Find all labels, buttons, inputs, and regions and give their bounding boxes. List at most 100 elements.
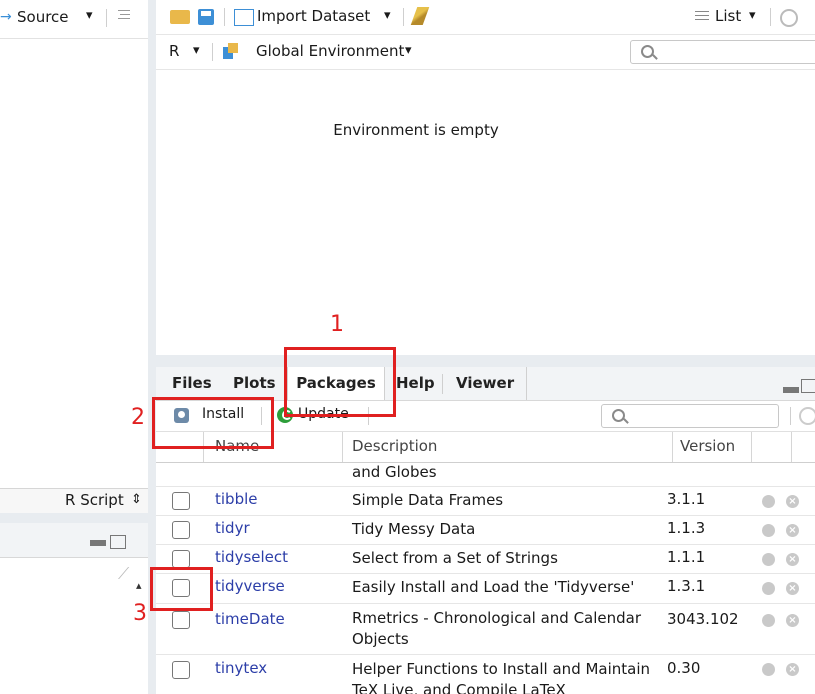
annotation-box-packages-tab xyxy=(284,347,396,417)
globe-icon[interactable] xyxy=(762,524,775,537)
packages-search-input[interactable] xyxy=(601,404,779,428)
import-dataset-dropdown[interactable]: ▾ xyxy=(384,8,391,23)
delete-icon[interactable]: × xyxy=(786,495,799,508)
globe-icon[interactable] xyxy=(762,663,775,676)
environment-icon xyxy=(223,43,239,59)
environment-select[interactable]: Global Environment xyxy=(256,42,404,60)
align-icon[interactable] xyxy=(118,8,130,22)
annotation-box-checkbox xyxy=(150,567,213,611)
table-row: tidyr Tidy Messy Data 1.1.3 × xyxy=(156,516,815,545)
minimize-icon[interactable] xyxy=(90,540,106,546)
table-row: and Globes xyxy=(156,462,815,487)
column-divider xyxy=(672,432,673,462)
package-version: 0.30 xyxy=(667,659,701,677)
source-dropdown[interactable]: ▾ xyxy=(86,8,93,23)
source-toolbar: → Source ▾ xyxy=(0,0,148,39)
package-description: Select from a Set of Strings xyxy=(352,549,558,567)
delete-icon[interactable]: × xyxy=(786,524,799,537)
import-icon[interactable] xyxy=(234,9,254,26)
package-description: and Globes xyxy=(352,463,437,481)
globe-icon[interactable] xyxy=(762,614,775,627)
tab-files[interactable]: Files xyxy=(172,367,212,400)
column-header-version[interactable]: Version xyxy=(680,437,735,455)
environment-toolbar: Import Dataset ▾ List ▾ xyxy=(156,0,815,35)
annotation-number-1: 1 xyxy=(330,312,344,337)
globe-icon[interactable] xyxy=(762,495,775,508)
environment-search-input[interactable] xyxy=(630,40,815,64)
globe-icon[interactable] xyxy=(762,582,775,595)
package-version: 1.3.1 xyxy=(667,577,706,595)
language-select[interactable]: R xyxy=(169,42,179,60)
package-description: Tidy Messy Data xyxy=(352,520,476,538)
package-description: Helper Functions to Install and Maintain… xyxy=(352,660,651,694)
toolbar-divider xyxy=(212,43,213,61)
source-button[interactable]: Source xyxy=(17,8,69,26)
delete-icon[interactable]: × xyxy=(786,663,799,676)
toolbar-divider xyxy=(224,8,225,26)
package-name-link[interactable]: tinytex xyxy=(215,659,267,677)
package-description: Easily Install and Load the 'Tidyverse' xyxy=(352,578,635,596)
annotation-number-3: 3 xyxy=(133,601,147,626)
source-pane xyxy=(0,0,148,488)
refresh-icon[interactable] xyxy=(799,407,815,425)
package-name-link[interactable]: tidyverse xyxy=(215,577,285,595)
language-dropdown[interactable]: ▾ xyxy=(193,43,200,58)
environment-subbar: R ▾ Global Environment ▾ xyxy=(156,35,815,70)
delete-icon[interactable]: × xyxy=(786,614,799,627)
script-type-select[interactable]: R Script xyxy=(65,491,124,509)
package-description: Rmetrics - Chronological and Calendar Ob… xyxy=(352,609,642,648)
horizontal-splitter[interactable] xyxy=(156,355,815,367)
scroll-up-arrow[interactable]: ▴ xyxy=(136,579,142,592)
arrow-right-icon: → xyxy=(0,9,12,25)
delete-icon[interactable]: × xyxy=(786,553,799,566)
package-checkbox[interactable] xyxy=(172,521,190,539)
open-folder-icon[interactable] xyxy=(170,10,190,24)
package-checkbox[interactable] xyxy=(172,661,190,679)
list-view-button[interactable]: List xyxy=(715,7,741,25)
table-row: tibble Simple Data Frames 3.1.1 × xyxy=(156,487,815,516)
annotation-number-2: 2 xyxy=(131,405,145,430)
package-name-link[interactable]: tidyr xyxy=(215,519,250,537)
minimize-icon[interactable] xyxy=(783,387,799,393)
column-header-description[interactable]: Description xyxy=(352,437,437,455)
list-icon xyxy=(695,9,709,22)
toolbar-divider xyxy=(106,9,107,27)
globe-icon[interactable] xyxy=(762,553,775,566)
package-name-link[interactable]: timeDate xyxy=(215,610,285,628)
files-pane-tabbar: Files Plots Packages Help Viewer xyxy=(156,367,815,401)
package-version: 3.1.1 xyxy=(667,490,706,508)
tab-viewer[interactable]: Viewer xyxy=(456,367,514,400)
table-row: timeDate Rmetrics - Chronological and Ca… xyxy=(156,604,815,655)
delete-icon[interactable]: × xyxy=(786,582,799,595)
console-tabbar xyxy=(0,523,148,558)
table-row: tidyselect Select from a Set of Strings … xyxy=(156,545,815,574)
package-checkbox[interactable] xyxy=(172,492,190,510)
left-hsplitter[interactable] xyxy=(0,513,148,523)
package-name-link[interactable]: tidyselect xyxy=(215,548,288,566)
tab-plots[interactable]: Plots xyxy=(233,367,276,400)
import-dataset-button[interactable]: Import Dataset xyxy=(257,7,370,25)
package-checkbox[interactable] xyxy=(172,550,190,568)
maximize-icon[interactable] xyxy=(110,535,126,549)
script-type-arrow[interactable]: ⇕ xyxy=(131,492,142,507)
maximize-icon[interactable] xyxy=(801,379,815,393)
package-checkbox[interactable] xyxy=(172,611,190,629)
search-icon xyxy=(612,409,625,422)
console-toolbar: ⟋ xyxy=(0,558,148,592)
toolbar-divider xyxy=(790,407,791,425)
status-bar: R Script ⇕ xyxy=(0,488,148,514)
annotation-box-install xyxy=(152,397,274,449)
broom-icon[interactable] xyxy=(410,7,430,25)
toolbar-divider xyxy=(770,8,771,26)
package-name-link[interactable]: tibble xyxy=(215,490,258,508)
toolbar-divider xyxy=(403,8,404,26)
environment-dropdown[interactable]: ▾ xyxy=(405,43,412,58)
broom-icon[interactable]: ⟋ xyxy=(118,564,134,583)
refresh-icon[interactable] xyxy=(780,9,798,27)
environment-empty-message: Environment is empty xyxy=(333,121,499,139)
package-version: 1.1.1 xyxy=(667,548,706,566)
package-version: 1.1.3 xyxy=(667,519,706,537)
list-view-dropdown[interactable]: ▾ xyxy=(749,8,756,23)
save-icon[interactable] xyxy=(198,9,214,25)
tab-help[interactable]: Help xyxy=(396,367,435,400)
